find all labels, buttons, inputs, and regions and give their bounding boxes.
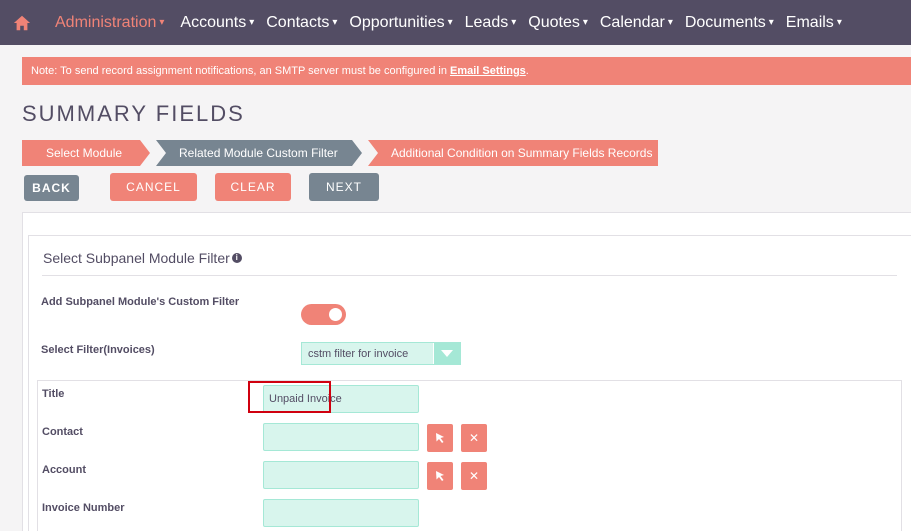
info-icon[interactable]: i [231, 253, 242, 263]
select-filter-value: cstm filter for invoice [308, 347, 409, 360]
caret-down-icon: ▾ [667, 17, 673, 28]
chevron-down-icon[interactable] [433, 343, 460, 364]
contact-field-label: Contact [42, 426, 83, 438]
contact-field[interactable] [263, 423, 419, 451]
nav-label: Documents [684, 13, 766, 31]
nav-label: Leads [464, 13, 509, 31]
step-additional-condition[interactable]: Additional Condition on Summary Fields R… [368, 140, 658, 166]
highlight-box [248, 381, 331, 413]
top-navigation: Administration ▾ Accounts ▾ Contacts ▾ Oppo… [0, 0, 911, 45]
select-filter-dropdown[interactable]: cstm filter for invoice [301, 342, 461, 365]
caret-down-icon: ▾ [159, 17, 165, 28]
page-title: SUMMARY FIELDS [22, 101, 245, 126]
contact-clear-button[interactable]: ✕ [461, 424, 487, 452]
close-icon: ✕ [468, 431, 480, 445]
invoice-number-field-label: Invoice Number [42, 502, 125, 514]
subpanel-title-text: Select Subpanel Module Filter [43, 250, 230, 266]
account-field-label: Account [42, 464, 86, 476]
nav-label: Emails [785, 13, 834, 31]
notice-text: Note: To send record assignment notifica… [31, 65, 447, 77]
nav-label: Accounts [180, 13, 247, 31]
nav-quotes[interactable]: Quotes ▾ [522, 0, 594, 45]
nav-opportunities[interactable]: Opportunities ▾ [343, 0, 458, 45]
invoice-number-field[interactable] [263, 499, 419, 527]
account-clear-button[interactable]: ✕ [461, 462, 487, 490]
back-button[interactable]: BACK [24, 175, 79, 201]
filter-fields-box [37, 380, 902, 531]
toggle-knob [329, 308, 342, 321]
close-icon: ✕ [468, 469, 480, 483]
caret-down-icon: ▾ [447, 17, 453, 28]
nav-label: Quotes [528, 13, 580, 31]
contact-select-button[interactable] [427, 424, 453, 452]
custom-filter-label: Add Subpanel Module's Custom Filter [41, 296, 240, 308]
next-button[interactable]: NEXT [309, 173, 379, 201]
custom-filter-toggle[interactable] [301, 304, 346, 325]
nav-emails[interactable]: Emails ▾ [780, 0, 848, 45]
email-settings-link[interactable]: Email Settings [450, 65, 526, 77]
step-select-module[interactable]: Select Module [22, 140, 150, 166]
nav-documents[interactable]: Documents ▾ [679, 0, 780, 45]
nav-label: Administration [55, 13, 157, 31]
caret-down-icon: ▾ [582, 17, 588, 28]
subpanel-title: Select Subpanel Module Filter i [43, 250, 242, 266]
nav-contacts[interactable]: Contacts ▾ [260, 0, 343, 45]
caret-down-icon: ▾ [511, 17, 517, 28]
cancel-button[interactable]: CANCEL [110, 173, 197, 201]
caret-down-icon: ▾ [332, 17, 338, 28]
nav-label: Opportunities [349, 13, 445, 31]
notice-suffix: . [525, 65, 529, 77]
cursor-arrow-icon [436, 433, 444, 443]
caret-down-icon: ▾ [249, 17, 255, 28]
nav-label: Contacts [266, 13, 330, 31]
clear-button[interactable]: CLEAR [215, 173, 291, 201]
smtp-notice: Note: To send record assignment notifica… [22, 57, 911, 85]
home-button[interactable] [0, 0, 44, 45]
nav-administration[interactable]: Administration ▾ [44, 0, 174, 45]
nav-calendar[interactable]: Calendar ▾ [594, 0, 679, 45]
step-related-module-custom-filter[interactable]: Related Module Custom Filter [156, 140, 362, 166]
caret-down-icon: ▾ [768, 17, 774, 28]
divider [42, 275, 897, 276]
account-field[interactable] [263, 461, 419, 489]
title-field-label: Title [42, 388, 65, 400]
select-filter-label: Select Filter(Invoices) [41, 344, 155, 356]
account-select-button[interactable] [427, 462, 453, 490]
cursor-arrow-icon [436, 471, 444, 481]
home-icon [13, 15, 31, 30]
nav-label: Calendar [599, 13, 665, 31]
nav-accounts[interactable]: Accounts ▾ [174, 0, 260, 45]
nav-leads[interactable]: Leads ▾ [459, 0, 523, 45]
caret-down-icon: ▾ [836, 17, 842, 28]
